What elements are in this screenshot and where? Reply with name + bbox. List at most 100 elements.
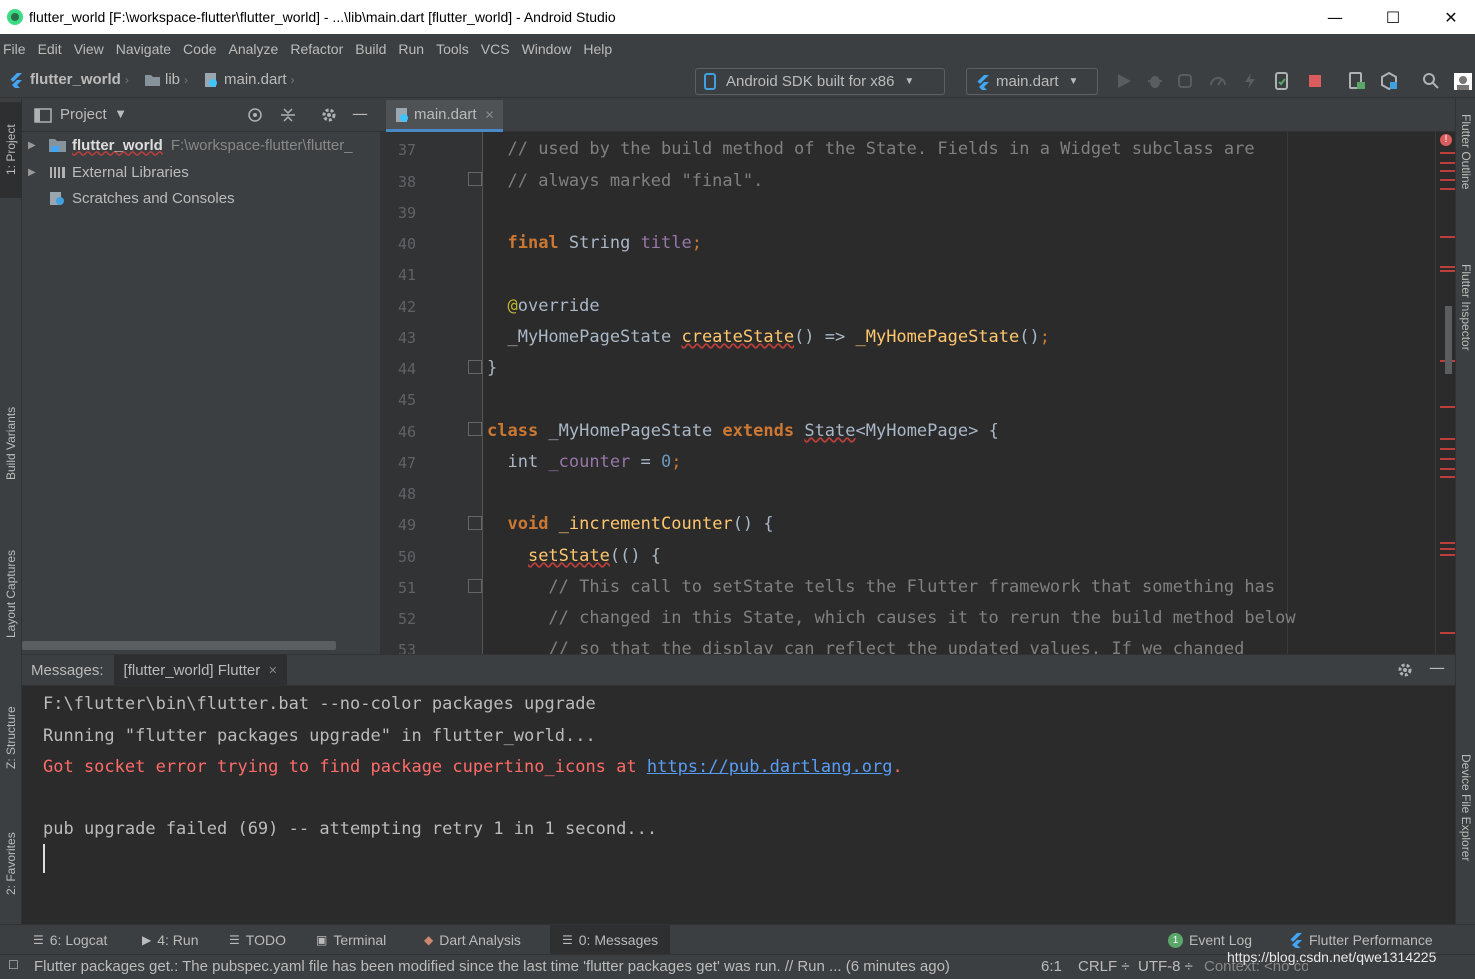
line-number: 43 [397, 329, 416, 347]
expand-arrow-icon[interactable]: ▶ [28, 167, 42, 178]
error-stripe[interactable]: ! [1435, 132, 1455, 654]
device-selector[interactable]: Android SDK built for x86 ▼ [695, 68, 945, 95]
fold-marker-icon[interactable] [468, 422, 482, 436]
tab-terminal-label: Terminal [333, 932, 387, 948]
tab-device-file-explorer[interactable]: Device File Explorer [1456, 754, 1475, 904]
fold-marker-icon[interactable] [468, 172, 482, 186]
code-line-52: // changed in this State, which causes i… [548, 608, 1296, 628]
tab-build-variants[interactable]: Build Variants [0, 388, 22, 498]
breadcrumb-file[interactable]: main.dart › [203, 71, 295, 88]
sdk-manager-icon[interactable] [1380, 72, 1398, 90]
fold-marker-icon[interactable] [468, 579, 482, 593]
menu-refactor[interactable]: Refactor [287, 41, 351, 57]
stop-icon[interactable] [1306, 72, 1324, 90]
tab-layout-captures[interactable]: Layout Captures [0, 532, 22, 656]
menu-code[interactable]: Code [180, 41, 224, 57]
phone-icon [704, 73, 716, 90]
tab-logcat[interactable]: ☰ 6: Logcat [33, 925, 107, 955]
tab-structure[interactable]: Z: Structure [0, 688, 22, 788]
menu-edit[interactable]: Edit [35, 41, 70, 57]
code-line-37: // used by the build method of the State… [507, 139, 1255, 159]
tab-dart-analysis[interactable]: ◆ Dart Analysis [424, 925, 521, 955]
tab-project[interactable]: 1: Project [0, 102, 22, 198]
caret-position[interactable]: 6:1 [1041, 958, 1062, 975]
run-icon[interactable] [1115, 72, 1133, 90]
menu-tools[interactable]: Tools [433, 41, 477, 57]
fold-marker-icon[interactable] [468, 516, 482, 530]
tab-main-dart[interactable]: main.dart ✕ [386, 100, 503, 132]
tab-messages[interactable]: ☰ 0: Messages [550, 925, 671, 955]
console-error-line: Got socket error trying to find package … [43, 757, 903, 777]
right-tool-strip: Flutter Outline Flutter Inspector Device… [1455, 98, 1475, 924]
tab-todo[interactable]: ☰ TODO [229, 925, 286, 955]
dart-file-icon [396, 107, 408, 122]
collapse-all-icon[interactable] [279, 106, 297, 124]
project-view-selector[interactable]: Project [60, 106, 107, 123]
tab-run[interactable]: ▶ 4: Run [142, 925, 198, 955]
expand-arrow-icon[interactable]: ▶ [28, 140, 42, 151]
line-separator[interactable]: CRLF ÷ [1078, 958, 1130, 975]
tree-item-scratches[interactable]: Scratches and Consoles [22, 185, 235, 211]
menu-help[interactable]: Help [580, 41, 620, 57]
close-icon[interactable]: ✕ [485, 108, 495, 122]
hot-reload-icon[interactable] [1241, 72, 1259, 90]
apply-changes-icon[interactable] [1273, 72, 1291, 90]
tab-flutter-outline[interactable]: Flutter Outline [1456, 114, 1475, 234]
breadcrumb-folder[interactable]: lib › [144, 71, 188, 88]
horizontal-scrollbar[interactable] [22, 641, 336, 650]
project-panel-header: Project ▼ — [22, 98, 380, 132]
vertical-scrollbar[interactable] [1445, 306, 1452, 374]
minimize-button[interactable]: — [1306, 0, 1364, 34]
status-message[interactable]: Flutter packages get.: The pubspec.yaml … [34, 958, 1034, 975]
code-line-44: } [487, 358, 498, 378]
fold-marker-icon[interactable] [468, 360, 482, 374]
menu-window[interactable]: Window [519, 41, 580, 57]
maximize-button[interactable]: ☐ [1364, 0, 1422, 34]
run-config-selector[interactable]: main.dart ▼ [966, 68, 1098, 95]
messages-icon: ☰ [562, 933, 573, 947]
messages-console[interactable]: F:\flutter\bin\flutter.bat --no-color pa… [22, 686, 1455, 924]
menu-build[interactable]: Build [352, 41, 394, 57]
close-icon[interactable]: ✕ [268, 664, 277, 677]
code-line-46: class _MyHomePageState extends State<MyH… [487, 421, 999, 441]
close-button[interactable]: ✕ [1422, 0, 1475, 34]
chevron-down-icon: ▼ [904, 76, 915, 87]
gear-icon[interactable] [1396, 661, 1414, 679]
console-error-text: Got socket error trying to find package … [43, 757, 647, 777]
profile-icon[interactable] [1209, 72, 1227, 90]
file-encoding[interactable]: UTF-8 ÷ [1138, 958, 1193, 975]
avatar[interactable] [1453, 72, 1473, 90]
project-panel: Project ▼ — ▶ flutter_world F:\workspace… [22, 98, 380, 654]
menu-file[interactable]: File [0, 41, 34, 57]
breadcrumb-folder-label: lib [165, 71, 181, 88]
tab-favorites[interactable]: 2: Favorites [0, 814, 22, 914]
menu-navigate[interactable]: Navigate [113, 41, 179, 57]
search-icon[interactable] [1422, 72, 1440, 90]
tool-windows-icon[interactable]: ☐ [8, 958, 19, 972]
breadcrumb-project[interactable]: flutter_world › [8, 71, 129, 88]
gear-icon[interactable] [320, 106, 338, 124]
locate-icon[interactable] [246, 106, 264, 124]
minimize-panel-icon[interactable]: — [1429, 658, 1445, 677]
chevron-down-icon[interactable]: ▼ [117, 109, 125, 120]
line-number: 41 [397, 266, 416, 284]
code-editor[interactable]: 37 38 39 40 41 42 43 44 45 46 47 48 49 5… [380, 132, 1455, 654]
line-number: 37 [397, 141, 416, 159]
messages-tab-flutter[interactable]: [flutter_world] Flutter ✕ [113, 655, 288, 685]
menu-vcs[interactable]: VCS [478, 41, 518, 57]
device-manager-icon[interactable] [1348, 72, 1366, 90]
menu-view[interactable]: View [71, 41, 112, 57]
tree-item-flutter-world[interactable]: ▶ flutter_world F:\workspace-flutter\flu… [22, 132, 353, 158]
menu-run[interactable]: Run [395, 41, 432, 57]
tab-terminal[interactable]: ▣ Terminal [316, 925, 386, 955]
tab-flutter-inspector[interactable]: Flutter Inspector [1456, 264, 1475, 394]
pub-dartlang-link[interactable]: https://pub.dartlang.org [647, 757, 893, 777]
chevron-down-icon: ▼ [1068, 76, 1079, 87]
menu-analyze[interactable]: Analyze [226, 41, 287, 57]
error-indicator-icon[interactable]: ! [1440, 134, 1452, 146]
attach-debugger-icon[interactable] [1177, 72, 1195, 90]
debug-icon[interactable] [1146, 72, 1164, 90]
tree-item-external-libraries[interactable]: ▶ External Libraries [22, 159, 189, 185]
line-number: 51 [397, 579, 416, 597]
minimize-panel-icon[interactable]: — [352, 104, 368, 123]
